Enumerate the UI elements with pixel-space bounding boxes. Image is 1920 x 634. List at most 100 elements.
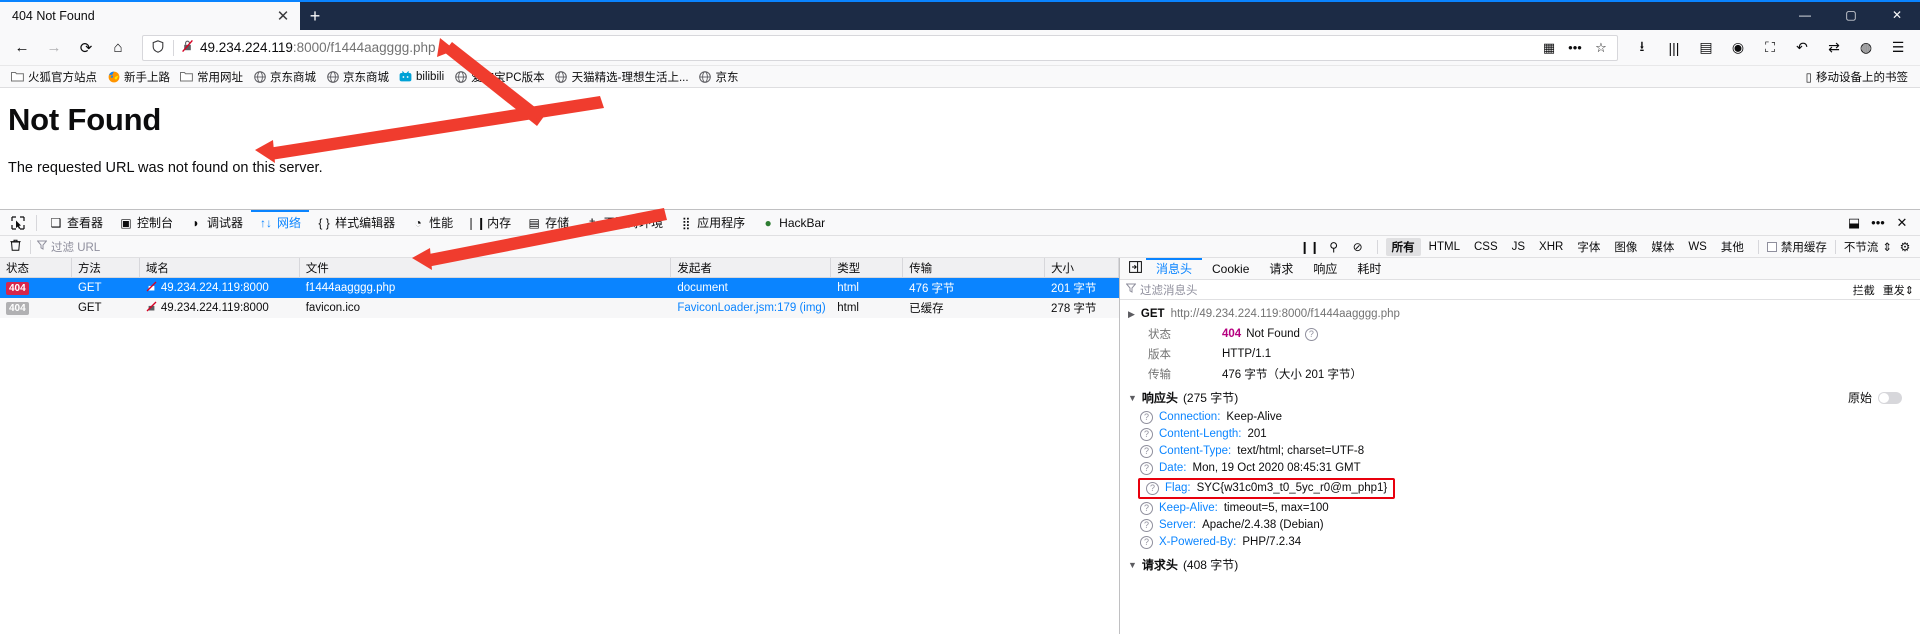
browser-tab[interactable]: 404 Not Found ✕ xyxy=(0,2,300,30)
details-tab-3[interactable]: 响应 xyxy=(1303,258,1347,279)
bookmark-item[interactable]: 爱淘宝PC版本 xyxy=(449,68,549,86)
reload-button[interactable]: ⟳ xyxy=(71,34,101,62)
filter-chip-图像[interactable]: 图像 xyxy=(1608,238,1643,256)
trash-icon[interactable] xyxy=(6,239,24,254)
undo-icon[interactable]: ↶ xyxy=(1787,34,1817,62)
filter-chip-XHR[interactable]: XHR xyxy=(1533,240,1569,254)
disable-cache-checkbox[interactable]: 禁用缓存 xyxy=(1766,239,1827,255)
details-tab-1[interactable]: Cookie xyxy=(1202,258,1259,279)
bookmarks-mobile-group[interactable]: ▯ 移动设备上的书签 xyxy=(1806,69,1914,85)
gear-icon[interactable]: ⚙ xyxy=(1894,240,1916,254)
account-icon[interactable]: ◉ xyxy=(1723,34,1753,62)
devtools-tab-1[interactable]: ▣ 控制台 xyxy=(111,210,181,235)
sidebar-icon[interactable]: ▤ xyxy=(1691,34,1721,62)
devtools-action-2[interactable]: ✕ xyxy=(1890,215,1914,231)
filter-chip-其他[interactable]: 其他 xyxy=(1715,238,1750,256)
column-header-2[interactable]: 域名 xyxy=(140,258,300,277)
response-headers-section-title[interactable]: ▼ 响应头 (275 字节) 原始 xyxy=(1120,384,1920,409)
devtools-tab-0[interactable]: ❑ 查看器 xyxy=(41,210,111,235)
bookmark-star-icon[interactable]: ☆ xyxy=(1589,40,1613,56)
address-bar[interactable]: 49.234.224.119:8000/f1444aagggg.php ▦ ••… xyxy=(142,34,1618,61)
devtools-tab-3[interactable]: ↑↓ 网络 xyxy=(251,210,309,235)
sync-icon[interactable]: ⇄ xyxy=(1819,34,1849,62)
help-icon[interactable]: ? xyxy=(1146,482,1159,495)
filter-chip-WS[interactable]: WS xyxy=(1682,240,1713,254)
filter-chip-CSS[interactable]: CSS xyxy=(1468,240,1504,254)
details-tab-2[interactable]: 请求 xyxy=(1259,258,1303,279)
devtools-action-1[interactable]: ••• xyxy=(1866,215,1890,230)
devtools-action-0[interactable]: ⬓ xyxy=(1842,215,1866,231)
broken-lock-icon[interactable] xyxy=(178,39,196,56)
search-icon[interactable]: ⚲ xyxy=(1323,240,1345,254)
devtools-tab-2[interactable]: ◗ 调试器 xyxy=(181,210,251,235)
request-url-row[interactable]: ▶ GET http://49.234.224.119:8000/f1444aa… xyxy=(1120,304,1920,324)
close-tab-icon[interactable]: ✕ xyxy=(274,7,292,25)
devtools-tab-8[interactable]: † 无障碍环境 xyxy=(577,210,671,235)
expand-pane-icon[interactable] xyxy=(1124,261,1146,276)
home-button[interactable]: ⌂ xyxy=(103,34,133,62)
column-header-3[interactable]: 文件 xyxy=(300,258,672,277)
bookmark-item[interactable]: 新手上路 xyxy=(102,68,175,86)
maximize-button[interactable]: ▢ xyxy=(1828,0,1874,30)
details-tab-0[interactable]: 消息头 xyxy=(1146,258,1202,279)
column-header-0[interactable]: 状态 xyxy=(0,258,72,277)
close-window-button[interactable]: ✕ xyxy=(1874,0,1920,30)
pause-icon[interactable]: ❙❙ xyxy=(1299,240,1321,254)
minimize-button[interactable]: — xyxy=(1782,0,1828,30)
shield-toolbar-icon[interactable]: ◍ xyxy=(1851,34,1881,62)
column-header-4[interactable]: 发起者 xyxy=(671,258,832,277)
request-headers-section-title[interactable]: ▼ 请求头 (408 字节) xyxy=(1120,551,1920,576)
page-actions-icon[interactable]: ••• xyxy=(1563,40,1587,55)
bookmark-item[interactable]: 火狐官方站点 xyxy=(6,68,102,86)
bookmark-item[interactable]: 京东 xyxy=(694,68,744,86)
help-icon[interactable]: ? xyxy=(1140,502,1153,515)
chevron-down-icon[interactable]: ▼ xyxy=(1128,393,1137,403)
downloads-icon[interactable]: ⭳ xyxy=(1627,34,1657,62)
help-icon[interactable]: ? xyxy=(1140,445,1153,458)
devtools-tab-4[interactable]: { } 样式编辑器 xyxy=(309,210,403,235)
help-icon[interactable]: ? xyxy=(1140,519,1153,532)
devtools-tab-7[interactable]: ▤ 存储 xyxy=(519,210,577,235)
table-row[interactable]: 404 GET 49.234.224.119:8000 f1444aagggg.php… xyxy=(0,278,1119,298)
bookmark-item[interactable]: 京东商城 xyxy=(248,68,321,86)
bookmark-item[interactable]: 常用网址 xyxy=(175,68,248,86)
chevron-right-icon[interactable]: ▶ xyxy=(1128,309,1135,320)
help-icon[interactable]: ? xyxy=(1140,536,1153,549)
element-picker-icon[interactable] xyxy=(4,211,32,235)
forward-button[interactable]: → xyxy=(39,34,69,62)
devtools-tab-6[interactable]: ❘❙ 内存 xyxy=(461,210,519,235)
back-button[interactable]: ← xyxy=(7,34,37,62)
filter-chip-HTML[interactable]: HTML xyxy=(1423,240,1466,254)
filter-chip-所有[interactable]: 所有 xyxy=(1385,237,1421,256)
raw-toggle-group[interactable]: 原始 xyxy=(1848,389,1912,406)
extension-icon[interactable]: ⛶ xyxy=(1755,34,1785,62)
devtools-tab-10[interactable]: ● HackBar xyxy=(753,210,833,235)
help-icon[interactable]: ? xyxy=(1140,411,1153,424)
help-icon[interactable]: ? xyxy=(1304,327,1318,341)
devtools-tab-9[interactable]: ⣿ 应用程序 xyxy=(671,210,753,235)
address-bar-url[interactable]: 49.234.224.119:8000/f1444aagggg.php xyxy=(196,40,1537,55)
bookmark-item[interactable]: 京东商城 xyxy=(321,68,394,86)
block-icon[interactable]: ⊘ xyxy=(1347,240,1369,254)
help-icon[interactable]: ? xyxy=(1140,428,1153,441)
column-header-1[interactable]: 方法 xyxy=(72,258,140,277)
details-tab-4[interactable]: 耗时 xyxy=(1347,258,1391,279)
tracking-shield-icon[interactable] xyxy=(147,39,169,56)
column-header-5[interactable]: 类型 xyxy=(831,258,904,277)
new-tab-button[interactable]: + xyxy=(300,2,330,30)
filter-chip-字体[interactable]: 字体 xyxy=(1571,238,1606,256)
raw-toggle[interactable] xyxy=(1878,391,1902,404)
bookmark-item[interactable]: 天猫精选-理想生活上... xyxy=(550,68,694,86)
library-icon[interactable]: ||| xyxy=(1659,34,1689,62)
filter-chip-JS[interactable]: JS xyxy=(1506,240,1531,254)
column-header-7[interactable]: 大小 xyxy=(1045,258,1119,277)
resend-request-button[interactable]: 重发⇕ xyxy=(1883,282,1914,298)
app-menu-icon[interactable]: ☰ xyxy=(1883,34,1913,62)
throttle-dropdown[interactable]: 不节流 ⇕ xyxy=(1844,239,1892,255)
reader-mode-icon[interactable]: ▦ xyxy=(1537,40,1561,56)
url-filter-input[interactable]: 过滤 URL xyxy=(36,239,100,255)
bookmark-item[interactable]: bilibili xyxy=(394,69,449,84)
filter-chip-媒体[interactable]: 媒体 xyxy=(1645,238,1680,256)
block-request-button[interactable]: 拦截 xyxy=(1853,282,1875,298)
chevron-down-icon[interactable]: ▼ xyxy=(1128,560,1137,570)
